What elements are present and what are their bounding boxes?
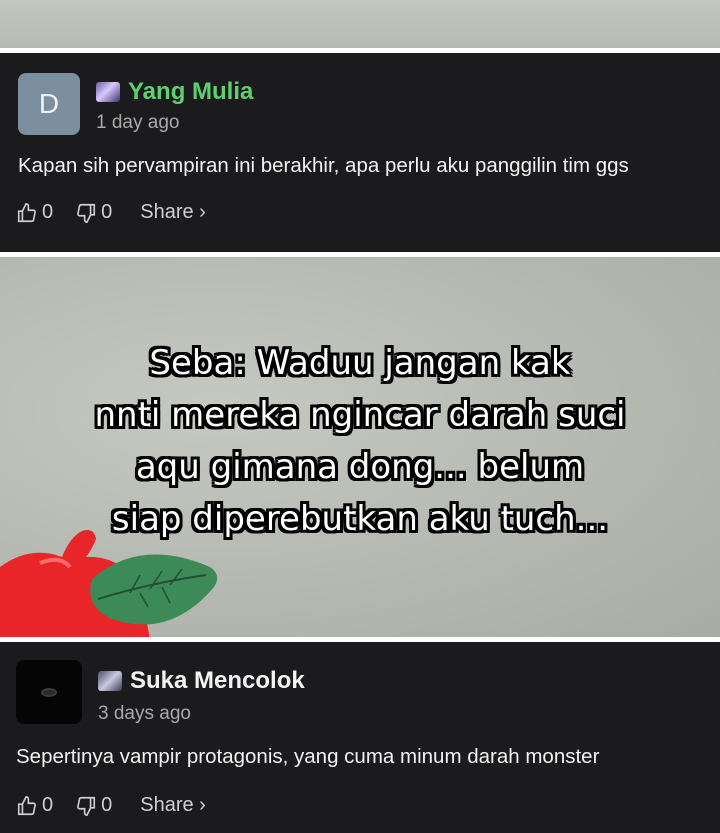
like-button[interactable]: 0 <box>16 201 53 224</box>
avatar[interactable] <box>16 660 82 724</box>
comment-card: Suka Mencolok 3 days ago Sepertinya vamp… <box>0 642 720 833</box>
username[interactable]: Suka Mencolok <box>130 667 305 695</box>
user-badge-icon <box>96 82 120 102</box>
comment-card: D Yang Mulia 1 day ago Kapan sih pervamp… <box>0 53 720 252</box>
share-button[interactable]: Share › <box>140 794 206 817</box>
dislike-button[interactable]: 0 <box>75 794 112 817</box>
avatar-letter: D <box>38 88 60 119</box>
eye-icon <box>41 687 57 697</box>
thumbs-up-icon <box>17 795 36 815</box>
manga-panel-top <box>0 0 720 48</box>
thumbs-down-icon <box>77 796 96 816</box>
like-count: 0 <box>42 794 54 816</box>
caption-line: siap diperebutkan aku tuch... <box>111 499 609 539</box>
dislike-count: 0 <box>101 794 113 816</box>
thumbs-up-icon <box>17 202 36 222</box>
dislike-button[interactable]: 0 <box>75 201 112 224</box>
like-button[interactable]: 0 <box>16 794 53 817</box>
manga-panel: Seba: Waduu jangan kak nnti mereka nginc… <box>0 257 720 637</box>
timestamp: 1 day ago <box>96 112 180 133</box>
comment-text: Sepertinya vampir protagonis, yang cuma … <box>16 745 600 768</box>
caption-line: aqu gimana dong... belum <box>135 447 585 487</box>
caption-line: nnti mereka ngincar darah suci <box>94 395 626 435</box>
username[interactable]: Yang Mulia <box>128 78 253 106</box>
share-button[interactable]: Share › <box>140 201 206 224</box>
comment-text: Kapan sih pervampiran ini berakhir, apa … <box>18 154 629 177</box>
thumbs-down-icon <box>77 203 96 223</box>
speech-caption: Seba: Waduu jangan kak nnti mereka nginc… <box>0 337 720 545</box>
timestamp: 3 days ago <box>98 703 191 724</box>
avatar[interactable]: D <box>18 73 80 135</box>
dislike-count: 0 <box>101 201 113 223</box>
user-badge-icon <box>98 671 122 691</box>
like-count: 0 <box>42 201 54 223</box>
caption-line: Seba: Waduu jangan kak <box>149 343 571 383</box>
